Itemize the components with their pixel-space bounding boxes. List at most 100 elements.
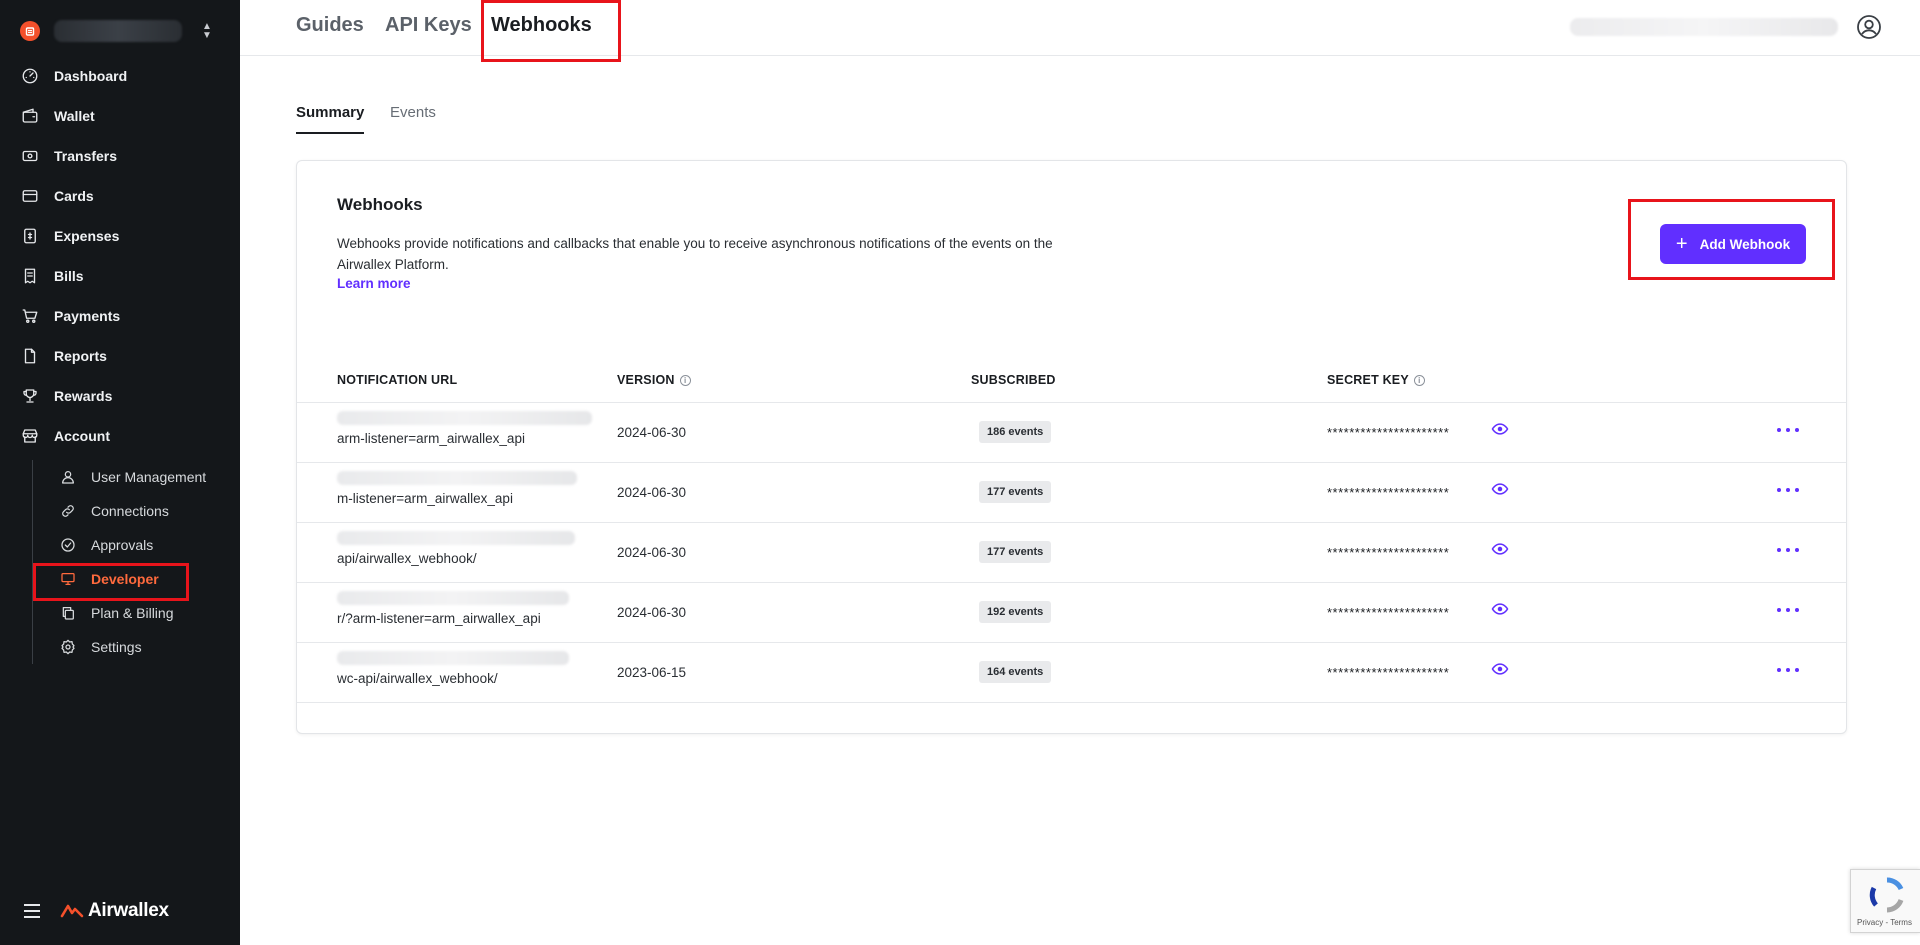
sidebar-item-label: Wallet: [54, 108, 95, 124]
sidebar-subitem-label: Developer: [91, 571, 159, 587]
sidebar-item-label: Dashboard: [54, 68, 128, 84]
col-secret-key: SECRET KEY i: [1327, 373, 1425, 387]
subtab-summary[interactable]: Summary: [296, 104, 365, 134]
plus-icon: +: [1675, 233, 1688, 255]
sidebar-item-developer[interactable]: Developer: [33, 562, 232, 601]
notification-url: api/airwallex_webhook/: [337, 551, 477, 566]
gear-icon: [59, 638, 77, 656]
sidebar-item-rewards[interactable]: Rewards: [0, 376, 240, 416]
eye-icon[interactable]: [1491, 540, 1509, 558]
hamburger-menu-icon[interactable]: [24, 904, 40, 918]
secret-key-masked: **********************: [1327, 545, 1450, 560]
sidebar-item-transfers[interactable]: Transfers: [0, 136, 240, 176]
tab-guides[interactable]: Guides: [296, 14, 364, 37]
copy-icon: [59, 604, 77, 622]
recaptcha-icon: [1869, 877, 1904, 913]
version-value: 2024-06-30: [617, 485, 687, 500]
version-value: 2024-06-30: [617, 545, 687, 560]
sidebar-item-account[interactable]: Account: [0, 416, 240, 456]
more-actions-icon[interactable]: [1777, 601, 1799, 619]
sidebar-item-settings[interactable]: Settings: [33, 630, 232, 664]
subtab-events[interactable]: Events: [390, 104, 436, 121]
table-row: m-listener=arm_airwallex_api 2024-06-30 …: [297, 463, 1846, 523]
col-version: VERSION i: [617, 373, 691, 387]
sidebar-item-bills[interactable]: Bills: [0, 256, 240, 296]
cart-icon: [20, 306, 40, 326]
eye-icon[interactable]: [1491, 480, 1509, 498]
trophy-icon: [20, 386, 40, 406]
sidebar-subitem-label: Approvals: [91, 537, 154, 553]
top-nav: Guides API Keys Webhooks: [240, 0, 1920, 62]
org-logo-icon: [20, 21, 40, 41]
sidebar: ▲ ▼ Dashboard Wallet Transfers Cards Expe…: [0, 0, 240, 945]
notification-url: arm-listener=arm_airwallex_api: [337, 431, 525, 446]
tab-webhooks[interactable]: Webhooks: [481, 0, 621, 62]
notification-url: r/?arm-listener=arm_airwallex_api: [337, 611, 541, 626]
info-icon[interactable]: i: [679, 374, 691, 386]
sidebar-item-cards[interactable]: Cards: [0, 176, 240, 216]
secret-key-masked: **********************: [1327, 605, 1450, 620]
more-actions-icon[interactable]: [1777, 661, 1799, 679]
sidebar-item-label: Cards: [54, 188, 94, 204]
sidebar-subitem-label: Plan & Billing: [91, 605, 174, 621]
sidebar-item-label: Payments: [54, 308, 121, 324]
expenses-icon: [20, 226, 40, 246]
notification-url: m-listener=arm_airwallex_api: [337, 491, 513, 506]
eye-icon[interactable]: [1491, 420, 1509, 438]
tab-api-keys[interactable]: API Keys: [385, 14, 472, 37]
eye-icon[interactable]: [1491, 600, 1509, 618]
webhooks-card: Webhooks Webhooks provide notifications …: [296, 160, 1847, 734]
chevron-updown-icon[interactable]: ▲ ▼: [200, 22, 214, 41]
user-name-redacted: [1570, 18, 1838, 36]
recaptcha-badge[interactable]: Privacy - Terms: [1850, 869, 1920, 933]
more-actions-icon[interactable]: [1777, 541, 1799, 559]
sidebar-subitem-label: Connections: [91, 503, 169, 519]
url-redacted: [337, 471, 577, 485]
col-subscribed: SUBSCRIBED: [971, 373, 1056, 387]
user-profile-icon[interactable]: [1856, 14, 1882, 40]
sidebar-item-label: Account: [54, 428, 110, 444]
account-subnav: User Management Connections Approvals De…: [32, 460, 232, 664]
link-icon: [59, 502, 77, 520]
sidebar-item-label: Bills: [54, 268, 84, 284]
sidebar-item-user-management[interactable]: User Management: [33, 460, 232, 494]
more-actions-icon[interactable]: [1777, 421, 1799, 439]
transfers-icon: [20, 146, 40, 166]
user-icon: [59, 468, 77, 486]
learn-more-link[interactable]: Learn more: [337, 276, 411, 291]
subscribed-badge: 177 events: [979, 481, 1052, 503]
version-value: 2024-06-30: [617, 605, 687, 620]
table-row: api/airwallex_webhook/ 2024-06-30 177 ev…: [297, 523, 1846, 583]
sidebar-item-expenses[interactable]: Expenses: [0, 216, 240, 256]
org-switcher[interactable]: ▲ ▼: [20, 14, 220, 48]
sidebar-item-connections[interactable]: Connections: [33, 494, 232, 528]
wallet-icon: [20, 106, 40, 126]
dashboard-icon: [20, 66, 40, 86]
sidebar-item-wallet[interactable]: Wallet: [0, 96, 240, 136]
url-redacted: [337, 651, 569, 665]
sidebar-item-reports[interactable]: Reports: [0, 336, 240, 376]
sidebar-item-approvals[interactable]: Approvals: [33, 528, 232, 562]
brand-wordmark: Airwallex: [88, 900, 169, 921]
subscribed-badge: 192 events: [979, 601, 1052, 623]
subscribed-badge: 186 events: [979, 421, 1052, 443]
card-description: Webhooks provide notifications and callb…: [337, 236, 1053, 272]
sidebar-item-dashboard[interactable]: Dashboard: [0, 56, 240, 96]
sidebar-footer: Airwallex: [24, 900, 169, 922]
info-icon[interactable]: i: [1413, 374, 1425, 386]
add-webhook-button[interactable]: + Add Webhook: [1660, 224, 1806, 264]
subscribed-badge: 177 events: [979, 541, 1052, 563]
sidebar-item-payments[interactable]: Payments: [0, 296, 240, 336]
reports-icon: [20, 346, 40, 366]
monitor-icon: [59, 570, 77, 588]
recaptcha-terms[interactable]: Privacy - Terms: [1857, 918, 1912, 927]
sidebar-subitem-label: Settings: [91, 639, 142, 655]
more-actions-icon[interactable]: [1777, 481, 1799, 499]
url-redacted: [337, 591, 569, 605]
sidebar-item-label: Expenses: [54, 228, 120, 244]
sidebar-subitem-label: User Management: [91, 469, 207, 485]
sidebar-item-label: Rewards: [54, 388, 113, 404]
sidebar-item-label: Transfers: [54, 148, 118, 164]
sidebar-item-plan-billing[interactable]: Plan & Billing: [33, 596, 232, 630]
eye-icon[interactable]: [1491, 660, 1509, 678]
